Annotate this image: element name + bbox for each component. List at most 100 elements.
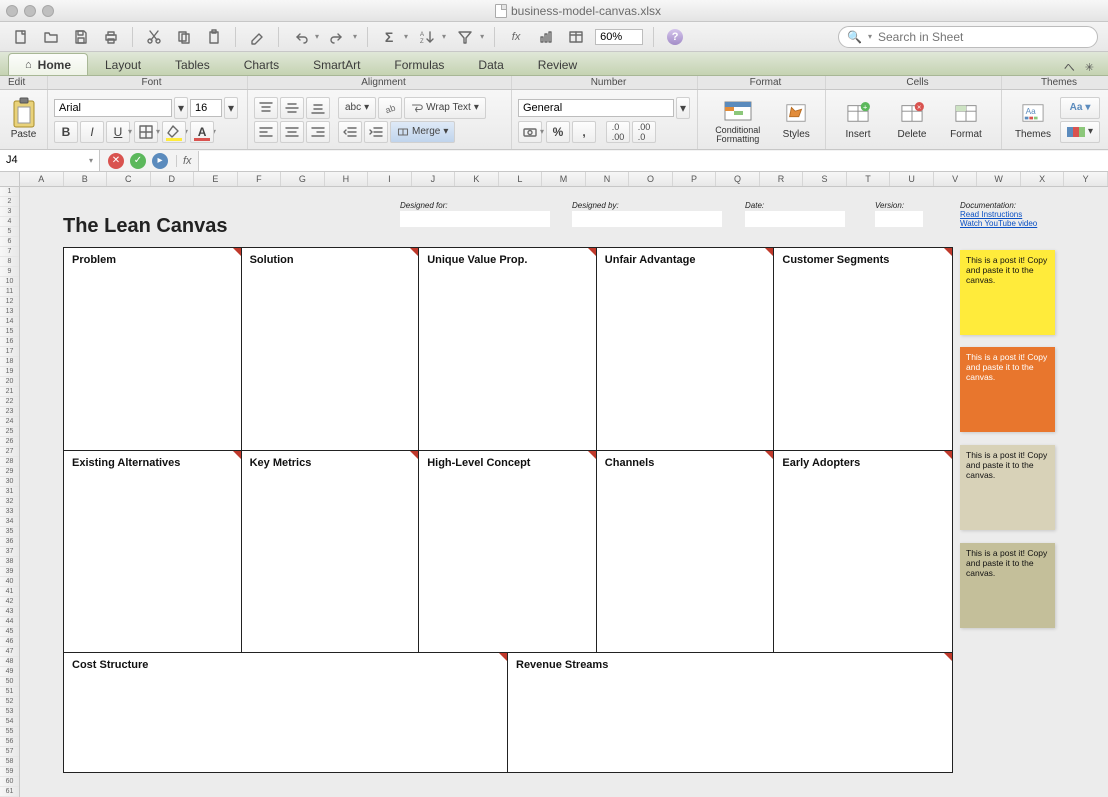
comment-indicator-icon[interactable] — [765, 451, 773, 459]
formula-builder-icon[interactable]: ▸ — [152, 153, 168, 169]
column-header[interactable]: Y — [1064, 172, 1108, 186]
row-header[interactable]: 21 — [0, 387, 19, 397]
search-input[interactable] — [878, 30, 1089, 44]
row-header[interactable]: 7 — [0, 247, 19, 257]
doc-link-video[interactable]: Watch YouTube video — [960, 219, 1037, 228]
print-icon[interactable] — [100, 26, 122, 48]
collapse-ribbon-icon[interactable]: へ — [1064, 59, 1075, 75]
orientation-button[interactable]: abc▾ — [338, 97, 376, 119]
wrap-text-button[interactable]: Wrap Text ▾ — [404, 97, 486, 119]
column-header[interactable]: R — [760, 172, 804, 186]
column-header[interactable]: K — [455, 172, 499, 186]
row-header[interactable]: 10 — [0, 277, 19, 287]
column-header[interactable]: V — [934, 172, 978, 186]
tab-data[interactable]: Data — [461, 53, 520, 75]
cut-icon[interactable] — [143, 26, 165, 48]
row-header[interactable]: 42 — [0, 597, 19, 607]
column-header[interactable]: B — [64, 172, 108, 186]
postit-orange[interactable]: This is a post it! Copy and paste it to … — [960, 347, 1055, 432]
increase-decimal-button[interactable]: .0.00 — [606, 121, 630, 143]
tab-tables[interactable]: Tables — [158, 53, 227, 75]
row-header[interactable]: 40 — [0, 577, 19, 587]
select-all-corner[interactable] — [0, 172, 20, 187]
theme-colors-button[interactable]: ▾ — [1060, 121, 1100, 143]
row-header[interactable]: 3 — [0, 207, 19, 217]
block-revenue[interactable]: Revenue Streams — [508, 653, 952, 772]
bold-button[interactable]: B — [54, 121, 78, 143]
maximize-icon[interactable] — [42, 5, 54, 17]
show-formulas-icon[interactable]: fx — [505, 26, 527, 48]
column-header[interactable]: A — [20, 172, 64, 186]
italic-button[interactable]: I — [80, 121, 104, 143]
row-header[interactable]: 34 — [0, 517, 19, 527]
name-box-dropdown-icon[interactable]: ▾ — [89, 156, 93, 165]
tab-layout[interactable]: Layout — [88, 53, 158, 75]
redo-icon[interactable] — [327, 26, 349, 48]
font-size-select[interactable] — [190, 99, 222, 117]
block-uvp[interactable]: Unique Value Prop. — [419, 248, 597, 450]
help-icon[interactable]: ? — [664, 26, 686, 48]
sort-icon[interactable]: AZ — [416, 26, 438, 48]
rotate-text-button[interactable]: ab — [378, 97, 402, 119]
column-header[interactable]: U — [890, 172, 934, 186]
name-box[interactable]: J4 ▾ — [0, 150, 100, 172]
block-metrics[interactable]: Key Metrics — [242, 451, 420, 652]
paste-icon[interactable] — [203, 26, 225, 48]
row-header[interactable]: 28 — [0, 457, 19, 467]
themes-button[interactable]: Aa Themes — [1008, 94, 1058, 146]
postit-olive[interactable]: This is a post it! Copy and paste it to … — [960, 543, 1055, 628]
row-header[interactable]: 32 — [0, 497, 19, 507]
row-header[interactable]: 49 — [0, 667, 19, 677]
delete-cells-button[interactable]: × Delete — [886, 94, 938, 146]
percent-button[interactable]: % — [546, 121, 570, 143]
column-header[interactable]: X — [1021, 172, 1065, 186]
row-header[interactable]: 14 — [0, 317, 19, 327]
row-header[interactable]: 18 — [0, 357, 19, 367]
ribbon-settings-icon[interactable]: ✳ — [1085, 61, 1094, 74]
save-icon[interactable] — [70, 26, 92, 48]
row-header[interactable]: 8 — [0, 257, 19, 267]
row-header[interactable]: 17 — [0, 347, 19, 357]
block-alternatives[interactable]: Existing Alternatives — [64, 451, 242, 652]
undo-icon[interactable] — [289, 26, 311, 48]
new-file-icon[interactable] — [10, 26, 32, 48]
row-header[interactable]: 41 — [0, 587, 19, 597]
comment-indicator-icon[interactable] — [944, 248, 952, 256]
block-solution[interactable]: Solution — [242, 248, 420, 450]
column-header[interactable]: P — [673, 172, 717, 186]
postit-tan[interactable]: This is a post it! Copy and paste it to … — [960, 445, 1055, 530]
row-header[interactable]: 43 — [0, 607, 19, 617]
font-color-button[interactable]: A — [190, 121, 214, 143]
row-header[interactable]: 22 — [0, 397, 19, 407]
column-header[interactable]: H — [325, 172, 369, 186]
row-header[interactable]: 58 — [0, 757, 19, 767]
autosum-icon[interactable]: Σ — [378, 26, 400, 48]
row-header[interactable]: 24 — [0, 417, 19, 427]
zoom-input[interactable] — [595, 29, 643, 45]
row-header[interactable]: 19 — [0, 367, 19, 377]
row-header[interactable]: 20 — [0, 377, 19, 387]
comment-indicator-icon[interactable] — [588, 451, 596, 459]
row-header[interactable]: 31 — [0, 487, 19, 497]
table-icon[interactable] — [565, 26, 587, 48]
insert-cells-button[interactable]: + Insert — [832, 94, 884, 146]
row-header[interactable]: 36 — [0, 537, 19, 547]
postit-yellow[interactable]: This is a post it! Copy and paste it to … — [960, 250, 1055, 335]
decrease-indent-button[interactable] — [338, 121, 362, 143]
number-format-dropdown-icon[interactable]: ▾ — [676, 97, 690, 119]
row-header[interactable]: 15 — [0, 327, 19, 337]
row-header[interactable]: 35 — [0, 527, 19, 537]
column-header[interactable]: C — [107, 172, 151, 186]
align-bottom-button[interactable] — [306, 97, 330, 119]
theme-fonts-button[interactable]: Aa▾ — [1060, 97, 1100, 119]
comment-indicator-icon[interactable] — [499, 653, 507, 661]
chart-icon[interactable] — [535, 26, 557, 48]
fill-color-button[interactable] — [162, 121, 186, 143]
row-header[interactable]: 1 — [0, 187, 19, 197]
row-header[interactable]: 37 — [0, 547, 19, 557]
row-header[interactable]: 61 — [0, 787, 19, 797]
row-header[interactable]: 50 — [0, 677, 19, 687]
copy-icon[interactable] — [173, 26, 195, 48]
comment-indicator-icon[interactable] — [588, 248, 596, 256]
row-header[interactable]: 11 — [0, 287, 19, 297]
